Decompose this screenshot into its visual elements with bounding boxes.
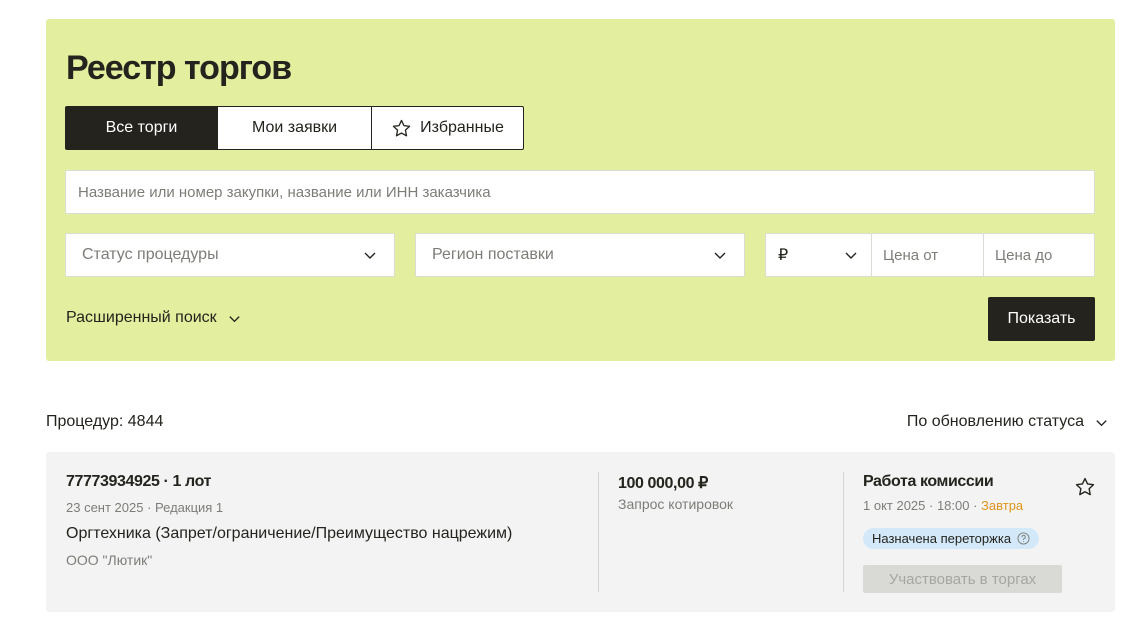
search-input[interactable] xyxy=(65,170,1095,214)
tab-favorites[interactable]: Избранные xyxy=(372,106,524,150)
status-badge: Назначена переторжка xyxy=(863,528,1040,549)
deadline-time: 1 окт 2025 · 18:00 · xyxy=(863,498,982,513)
price-to-input[interactable] xyxy=(984,233,1095,277)
star-outline-icon xyxy=(391,118,412,139)
status-badge-label: Назначена переторжка xyxy=(872,531,1012,546)
procedure-deadline: 1 окт 2025 · 18:00 · Завтра xyxy=(863,498,1023,513)
procedure-status: Работа комиссии xyxy=(863,473,994,490)
region-select[interactable]: Регион поставки xyxy=(415,233,745,277)
price-from-input[interactable] xyxy=(872,233,984,277)
tab-favorites-label: Избранные xyxy=(420,119,504,136)
deadline-relative: Завтра xyxy=(981,498,1024,513)
card-divider xyxy=(598,472,599,592)
favorite-star-icon[interactable] xyxy=(1074,476,1096,498)
advanced-search-label: Расширенный поиск xyxy=(66,309,217,326)
chevron-down-icon xyxy=(227,311,242,326)
status-select-placeholder: Статус процедуры xyxy=(82,246,219,263)
chevron-down-icon xyxy=(362,247,378,263)
chevron-down-icon xyxy=(1094,415,1109,430)
sort-label: По обновлению статуса xyxy=(906,413,1084,430)
chevron-down-icon xyxy=(712,247,728,263)
search-panel: Реестр торгов Все торги Мои заявки Избра… xyxy=(46,19,1115,361)
chevron-down-icon xyxy=(843,247,859,263)
procedure-price: 100 000,00 ₽ xyxy=(618,475,708,492)
procedure-date: 23 сент 2025 · Редакция 1 xyxy=(66,500,224,515)
procedure-card[interactable]: 77773934925 · 1 лот 23 сент 2025 · Редак… xyxy=(46,452,1115,612)
card-divider xyxy=(843,472,844,592)
tab-my-applications[interactable]: Мои заявки xyxy=(218,106,372,150)
sort-select[interactable]: По обновлению статуса xyxy=(907,413,1109,431)
procedure-name[interactable]: Оргтехника (Запрет/ограничение/Преимущес… xyxy=(66,525,512,543)
procedure-number[interactable]: 77773934925 · 1 лот xyxy=(66,473,211,491)
show-button[interactable]: Показать xyxy=(988,297,1095,341)
page-title: Реестр торгов xyxy=(66,49,292,87)
currency-select[interactable]: ₽ xyxy=(765,233,872,277)
procedure-type: Запрос котировок xyxy=(618,496,734,512)
tab-all-tenders[interactable]: Все торги xyxy=(65,106,218,150)
advanced-search-toggle[interactable]: Расширенный поиск xyxy=(66,309,242,327)
procedure-count: Процедур: 4844 xyxy=(46,413,164,430)
procedure-organization: ООО "Лютик" xyxy=(66,552,153,568)
region-select-placeholder: Регион поставки xyxy=(432,246,554,263)
join-tender-button[interactable]: Участвовать в торгах xyxy=(863,565,1062,593)
status-select[interactable]: Статус процедуры xyxy=(65,233,395,277)
help-circle-icon[interactable] xyxy=(1017,532,1030,545)
tabs: Все торги Мои заявки Избранные xyxy=(65,106,524,150)
currency-value: ₽ xyxy=(778,247,789,264)
